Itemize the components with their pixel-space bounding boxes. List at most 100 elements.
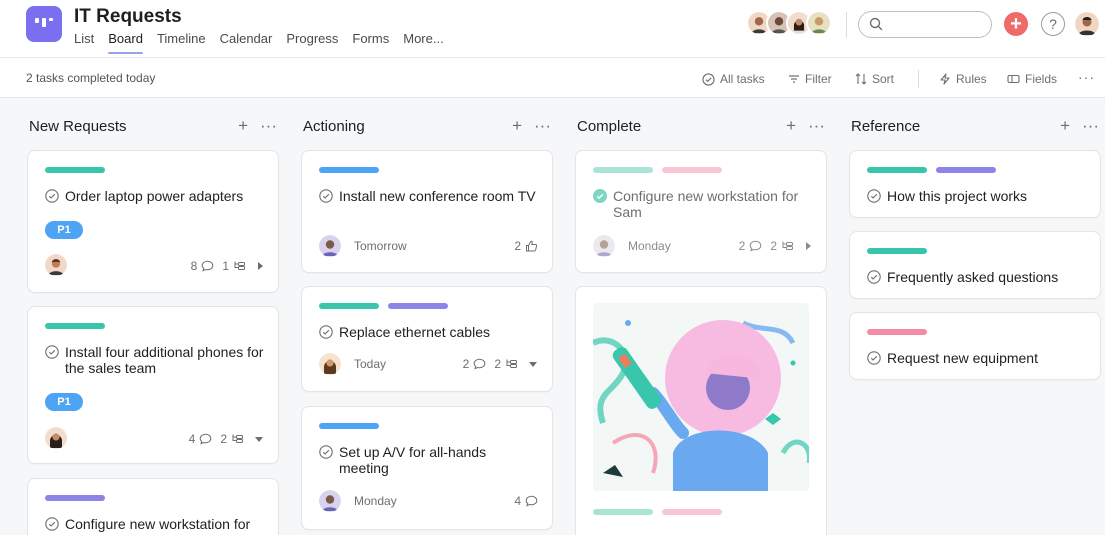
column-menu-icon[interactable]: ··· bbox=[534, 116, 551, 136]
column-title[interactable]: Actioning bbox=[303, 118, 365, 135]
column-menu-icon[interactable]: ··· bbox=[260, 116, 277, 136]
assignee-avatar[interactable] bbox=[319, 353, 341, 375]
assignee-avatar[interactable] bbox=[45, 427, 67, 449]
task-card[interactable]: Frequently asked questions bbox=[849, 231, 1101, 299]
add-task-icon[interactable]: + bbox=[1060, 116, 1070, 136]
complete-check-icon[interactable] bbox=[319, 445, 333, 459]
assignee-avatar[interactable] bbox=[593, 235, 615, 257]
due-date[interactable]: Monday bbox=[354, 494, 397, 508]
complete-check-icon[interactable] bbox=[45, 189, 59, 203]
assignee-avatar[interactable] bbox=[45, 254, 67, 276]
tag-bar bbox=[319, 167, 379, 173]
tag-bar bbox=[45, 323, 105, 329]
due-date[interactable]: Monday bbox=[628, 239, 671, 253]
column-actioning: Actioning + ··· Install new conference r… bbox=[301, 98, 555, 535]
quick-add-button[interactable]: + bbox=[1004, 12, 1028, 36]
search-input[interactable] bbox=[858, 11, 992, 38]
tab-calendar[interactable]: Calendar bbox=[220, 31, 273, 54]
question-icon: ? bbox=[1049, 16, 1057, 32]
task-card[interactable]: Install new conference room TV Tomorrow … bbox=[301, 150, 553, 273]
rules-button[interactable]: Rules bbox=[939, 72, 987, 86]
complete-check-icon[interactable] bbox=[867, 270, 881, 284]
task-card-with-cover[interactable] bbox=[575, 286, 827, 535]
card-title: Configure new workstation for bbox=[65, 516, 251, 532]
tab-board[interactable]: Board bbox=[108, 31, 143, 54]
column-header: Actioning + ··· bbox=[301, 116, 555, 138]
task-card[interactable]: Order laptop power adapters P1 8 1 bbox=[27, 150, 279, 293]
complete-check-icon[interactable] bbox=[45, 517, 59, 531]
card-meta: 8 1 bbox=[191, 259, 264, 273]
assignee-avatar[interactable] bbox=[319, 235, 341, 257]
collapse-caret-icon[interactable] bbox=[254, 435, 264, 443]
task-card[interactable]: Set up A/V for all-hands meeting Monday … bbox=[301, 406, 553, 530]
complete-check-icon[interactable] bbox=[867, 189, 881, 203]
column-title[interactable]: New Requests bbox=[29, 118, 127, 135]
task-card[interactable]: Configure new workstation for bbox=[27, 478, 279, 535]
tab-forms[interactable]: Forms bbox=[352, 31, 389, 54]
add-task-icon[interactable]: + bbox=[512, 116, 522, 136]
card-title-row: How this project works bbox=[867, 188, 1086, 204]
complete-check-icon[interactable] bbox=[867, 351, 881, 365]
column-header: Complete + ··· bbox=[575, 116, 829, 138]
assignee-avatar[interactable] bbox=[319, 490, 341, 512]
project-nav: List Board Timeline Calendar Progress Fo… bbox=[74, 31, 444, 54]
complete-check-icon[interactable] bbox=[45, 345, 59, 359]
filter-button[interactable]: Filter bbox=[788, 72, 832, 86]
add-task-icon[interactable]: + bbox=[786, 116, 796, 136]
user-avatar[interactable] bbox=[1075, 12, 1099, 36]
due-date[interactable]: Tomorrow bbox=[354, 239, 407, 253]
like-count: 2 bbox=[514, 239, 521, 253]
project-icon[interactable] bbox=[26, 6, 62, 42]
due-date[interactable]: Today bbox=[354, 357, 386, 371]
complete-check-icon[interactable] bbox=[319, 325, 333, 339]
task-card[interactable]: Request new equipment bbox=[849, 312, 1101, 380]
all-tasks-button[interactable]: All tasks bbox=[702, 72, 765, 86]
column-menu-icon[interactable]: ··· bbox=[1082, 116, 1099, 136]
fields-icon bbox=[1007, 74, 1020, 84]
project-title[interactable]: IT Requests bbox=[74, 6, 182, 28]
subtask-count: 1 bbox=[222, 259, 229, 273]
fields-button[interactable]: Fields bbox=[1007, 72, 1057, 86]
task-card[interactable]: Replace ethernet cables Today 2 2 bbox=[301, 286, 553, 392]
help-button[interactable]: ? bbox=[1041, 12, 1065, 36]
column-title[interactable]: Reference bbox=[851, 118, 920, 135]
tab-list[interactable]: List bbox=[74, 31, 94, 54]
project-members[interactable] bbox=[746, 10, 832, 36]
priority-badge: P1 bbox=[45, 393, 83, 411]
card-title-row: Replace ethernet cables bbox=[319, 324, 538, 340]
task-card[interactable]: Configure new workstation for Sam Monday… bbox=[575, 150, 827, 273]
add-task-icon[interactable]: + bbox=[238, 116, 248, 136]
column-title[interactable]: Complete bbox=[577, 118, 641, 135]
card-meta: 4 2 bbox=[189, 432, 264, 446]
tab-more[interactable]: More... bbox=[403, 31, 443, 54]
task-card[interactable]: Install four additional phones for the s… bbox=[27, 306, 279, 464]
tab-progress[interactable]: Progress bbox=[286, 31, 338, 54]
tag-bar bbox=[867, 248, 927, 254]
lightning-icon bbox=[940, 73, 950, 85]
tab-timeline[interactable]: Timeline bbox=[157, 31, 206, 54]
sort-button[interactable]: Sort bbox=[855, 72, 894, 86]
tag-bar bbox=[662, 167, 722, 173]
card-title: Install four additional phones for the s… bbox=[65, 344, 264, 376]
subtask-icon bbox=[782, 241, 793, 250]
complete-check-icon[interactable] bbox=[319, 189, 333, 203]
project-header: IT Requests List Board Timeline Calendar… bbox=[0, 0, 1105, 58]
board-toolbar: 2 tasks completed today All tasks Filter… bbox=[0, 58, 1105, 98]
filter-label: Filter bbox=[805, 72, 832, 86]
column-menu-icon[interactable]: ··· bbox=[808, 116, 825, 136]
sort-label: Sort bbox=[872, 72, 895, 86]
comment-count: 4 bbox=[188, 432, 196, 446]
card-tags bbox=[319, 303, 448, 309]
more-options-icon[interactable]: ··· bbox=[1078, 69, 1095, 85]
task-card[interactable]: How this project works bbox=[849, 150, 1101, 218]
card-title-row: Frequently asked questions bbox=[867, 269, 1086, 285]
expand-caret-icon[interactable] bbox=[256, 261, 264, 271]
thumbs-up-icon[interactable] bbox=[525, 240, 538, 252]
subtask-icon bbox=[506, 359, 517, 368]
completed-check-icon[interactable] bbox=[593, 189, 607, 203]
all-tasks-label: All tasks bbox=[720, 72, 765, 86]
expand-caret-icon[interactable] bbox=[804, 241, 812, 251]
comment-count: 8 bbox=[190, 259, 198, 273]
card-meta: 4 bbox=[514, 494, 538, 508]
collapse-caret-icon[interactable] bbox=[528, 360, 538, 368]
